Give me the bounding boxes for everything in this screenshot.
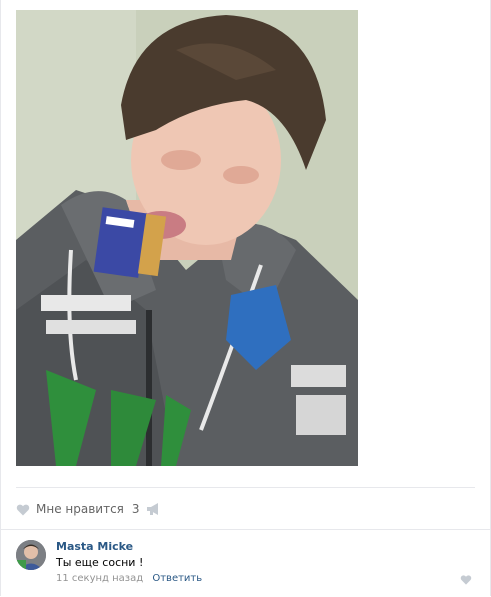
- comment-text: Ты еще сосни !: [56, 556, 144, 569]
- heart-icon: [16, 504, 30, 515]
- comment-time[interactable]: 11 секунд назад: [56, 573, 143, 584]
- post-actions: Мне нравится 3: [16, 487, 475, 530]
- like-button[interactable]: Мне нравится 3: [16, 500, 140, 518]
- post-photo[interactable]: [16, 10, 358, 466]
- like-count: 3: [131, 502, 140, 516]
- avatar[interactable]: [16, 540, 46, 570]
- comment-heart-icon[interactable]: [460, 574, 472, 585]
- like-label: Мне нравится: [36, 502, 124, 516]
- avatar-image: [16, 540, 46, 570]
- photo-image: [16, 10, 358, 466]
- post-card: Мне нравится 3 Masta Micke Ты еще сосни …: [0, 0, 491, 596]
- comment-author[interactable]: Masta Micke: [56, 540, 133, 553]
- comments-section: Masta Micke Ты еще сосни ! 11 секунд наз…: [1, 529, 491, 597]
- reply-link[interactable]: Ответить: [152, 573, 202, 584]
- comment-meta: 11 секунд назад Ответить: [56, 573, 202, 584]
- megaphone-icon[interactable]: [146, 502, 162, 516]
